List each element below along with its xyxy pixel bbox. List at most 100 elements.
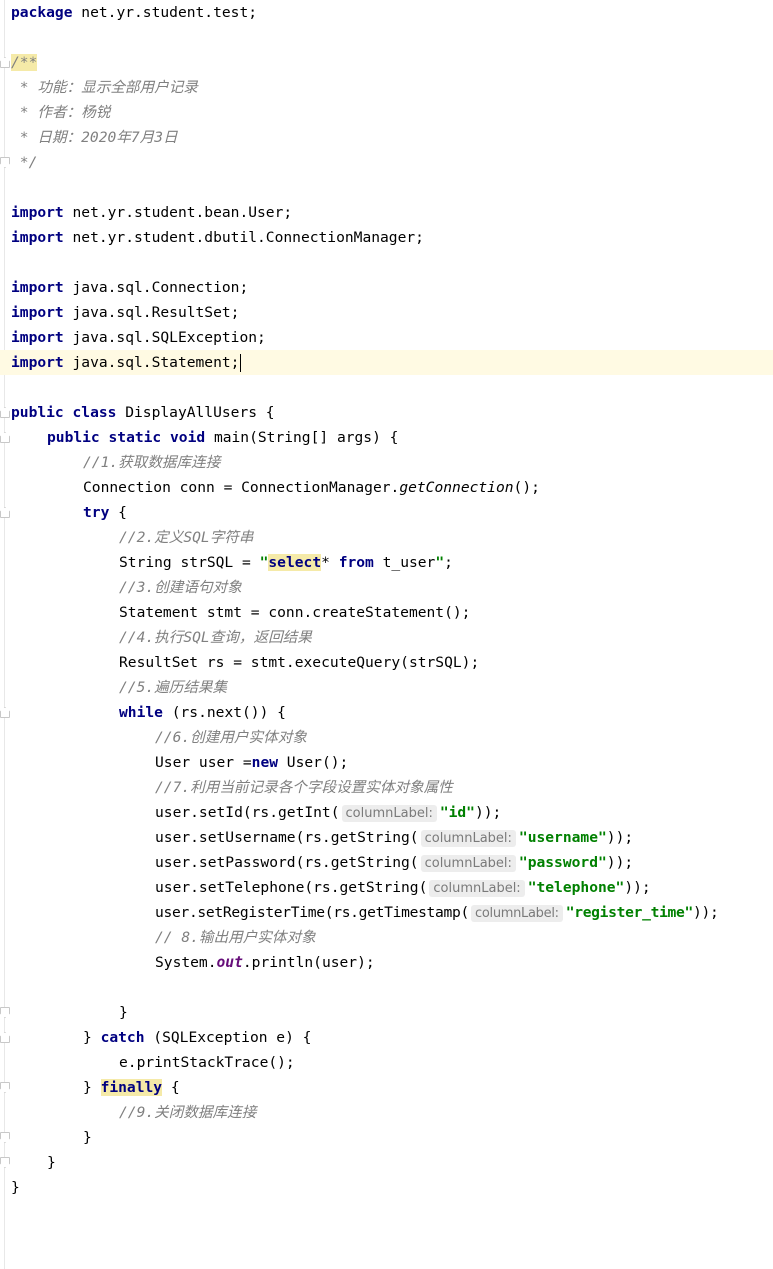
code-line-doc-open[interactable]: /** (11, 50, 38, 75)
code-line-main-decl[interactable]: public static void main(String[] args) { (47, 425, 398, 450)
code-line-doc-close[interactable]: */ (11, 150, 38, 175)
fold-marker-icon[interactable] (0, 1007, 10, 1018)
code-line-comment[interactable]: // 8.输出用户实体对象 (155, 925, 316, 950)
code-line-setter[interactable]: user.setUsername(rs.getString(columnLabe… (155, 825, 633, 850)
code-line-close-finally[interactable]: } (83, 1125, 92, 1150)
import-name: java.sql.Connection; (63, 279, 249, 296)
keyword: catch (100, 1029, 145, 1046)
comment: //3.创建语句对象 (119, 579, 242, 596)
keyword: finally (100, 1079, 163, 1096)
code-line-close-class[interactable]: } (11, 1175, 20, 1200)
code-text: )); (624, 879, 651, 896)
code-line-statement[interactable]: Statement stmt = conn.createStatement(); (119, 600, 470, 625)
doc-comment-open: /** (11, 54, 38, 71)
code-line-import[interactable]: import net.yr.student.dbutil.ConnectionM… (11, 225, 424, 250)
fold-marker-icon[interactable] (0, 1032, 10, 1043)
doc-comment-close: */ (11, 154, 38, 171)
code-text: System. (155, 954, 217, 971)
code-line-comment[interactable]: //4.执行SQL查询，返回结果 (119, 625, 312, 650)
code-text: User(); (278, 754, 349, 771)
code-text: (rs.next()) { (162, 704, 286, 721)
code-line-connection[interactable]: Connection conn = ConnectionManager.getC… (83, 475, 540, 500)
string-literal: "password" (518, 854, 607, 871)
code-line-setter[interactable]: user.setId(rs.getInt(columnLabel: "id")); (155, 800, 501, 825)
gutter (4, 0, 5, 1269)
fold-marker-icon[interactable] (0, 1132, 10, 1143)
code-text: { (162, 1079, 180, 1096)
brace: } (11, 1179, 20, 1196)
string-literal: "register_time" (565, 904, 694, 921)
code-line-println[interactable]: System.out.println(user); (155, 950, 375, 975)
package-name: net.yr.student.test; (72, 4, 258, 21)
doc-comment-text: * 作者：杨锐 (11, 104, 111, 121)
brace: } (119, 1004, 128, 1021)
code-line-comment[interactable]: //1.获取数据库连接 (83, 450, 220, 475)
code-line-doc[interactable]: * 功能：显示全部用户记录 (11, 75, 198, 100)
comment: //6.创建用户实体对象 (155, 729, 307, 746)
code-line-close-main[interactable]: } (47, 1150, 56, 1175)
comment: //7.利用当前记录各个字段设置实体对象属性 (155, 779, 453, 796)
code-line-while[interactable]: while (rs.next()) { (119, 700, 286, 725)
code-text: User user = (155, 754, 252, 771)
code-line-setter[interactable]: user.setPassword(rs.getString(columnLabe… (155, 850, 633, 875)
static-method: getConnection (399, 479, 514, 496)
code-line-import-current[interactable]: import java.sql.Statement; (0, 350, 773, 375)
comment: //1.获取数据库连接 (83, 454, 221, 471)
fold-marker-icon[interactable] (0, 157, 10, 168)
code-text: (); (513, 479, 540, 496)
code-line-finally[interactable]: } finally { (83, 1075, 180, 1100)
code-line-comment[interactable]: //6.创建用户实体对象 (155, 725, 307, 750)
code-line-import[interactable]: import java.sql.SQLException; (11, 325, 266, 350)
code-line-setter[interactable]: user.setRegisterTime(rs.getTimestamp(col… (155, 900, 719, 925)
fold-marker-icon[interactable] (0, 57, 10, 68)
class-name: DisplayAllUsers { (116, 404, 275, 421)
code-line-setter[interactable]: user.setTelephone(rs.getString(columnLab… (155, 875, 651, 900)
code-line-doc[interactable]: * 作者：杨锐 (11, 100, 111, 125)
code-line-doc[interactable]: * 日期：2020年7月3日 (11, 125, 178, 150)
code-line-stacktrace[interactable]: e.printStackTrace(); (119, 1050, 295, 1075)
sql-keyword: select (268, 554, 322, 571)
code-text: user.setPassword(rs.getString( (155, 854, 419, 871)
keyword: public class (11, 404, 117, 421)
code-line-comment[interactable]: //2.定义SQL字符串 (119, 525, 253, 550)
code-line-comment[interactable]: //9.关闭数据库连接 (119, 1100, 256, 1125)
code-line-new-user[interactable]: User user =new User(); (155, 750, 348, 775)
keyword: while (119, 704, 163, 721)
fold-marker-icon[interactable] (0, 1082, 10, 1093)
fold-marker-icon[interactable] (0, 432, 10, 443)
parameter-hint: columnLabel: (420, 830, 516, 847)
code-line-package[interactable]: package net.yr.student.test; (11, 0, 257, 25)
comment: //4.执行SQL查询，返回结果 (119, 629, 312, 646)
code-line-sql-string[interactable]: String strSQL = "select* from t_user"; (119, 550, 453, 575)
parameter-hint: columnLabel: (341, 805, 437, 822)
code-line-import[interactable]: import java.sql.ResultSet; (11, 300, 239, 325)
keyword: import (11, 304, 64, 321)
fold-marker-icon[interactable] (0, 1157, 10, 1168)
code-line-import[interactable]: import java.sql.Connection; (11, 275, 248, 300)
code-text: String strSQL = (119, 554, 260, 571)
fold-marker-icon[interactable] (0, 507, 10, 518)
code-editor[interactable]: package net.yr.student.test; /** * 功能：显示… (0, 0, 773, 1269)
code-line-class-decl[interactable]: public class DisplayAllUsers { (11, 400, 275, 425)
code-line-try[interactable]: try { (83, 500, 127, 525)
code-line-catch[interactable]: } catch (SQLException e) { (83, 1025, 311, 1050)
import-name: java.sql.Statement; (63, 354, 240, 371)
sql-text: t_user (373, 554, 436, 571)
fold-marker-icon[interactable] (0, 407, 10, 418)
comment: //2.定义SQL字符串 (119, 529, 254, 546)
code-line-comment[interactable]: //3.创建语句对象 (119, 575, 242, 600)
string-literal: "id" (439, 804, 475, 821)
code-line-import[interactable]: import net.yr.student.bean.User; (11, 200, 292, 225)
keyword: import (11, 229, 64, 246)
fold-marker-icon[interactable] (0, 707, 10, 718)
code-line-comment[interactable]: //5.遍历结果集 (119, 675, 227, 700)
comment: // 8.输出用户实体对象 (155, 929, 316, 946)
code-line-comment[interactable]: //7.利用当前记录各个字段设置实体对象属性 (155, 775, 453, 800)
code-text: )); (474, 804, 502, 821)
code-text: Statement stmt = conn.createStatement(); (119, 604, 471, 621)
code-text: )); (606, 829, 634, 846)
code-line-close-while[interactable]: } (119, 1000, 128, 1025)
parameter-hint: columnLabel: (429, 880, 525, 897)
code-line-resultset[interactable]: ResultSet rs = stmt.executeQuery(strSQL)… (119, 650, 479, 675)
comment: //5.遍历结果集 (119, 679, 228, 696)
